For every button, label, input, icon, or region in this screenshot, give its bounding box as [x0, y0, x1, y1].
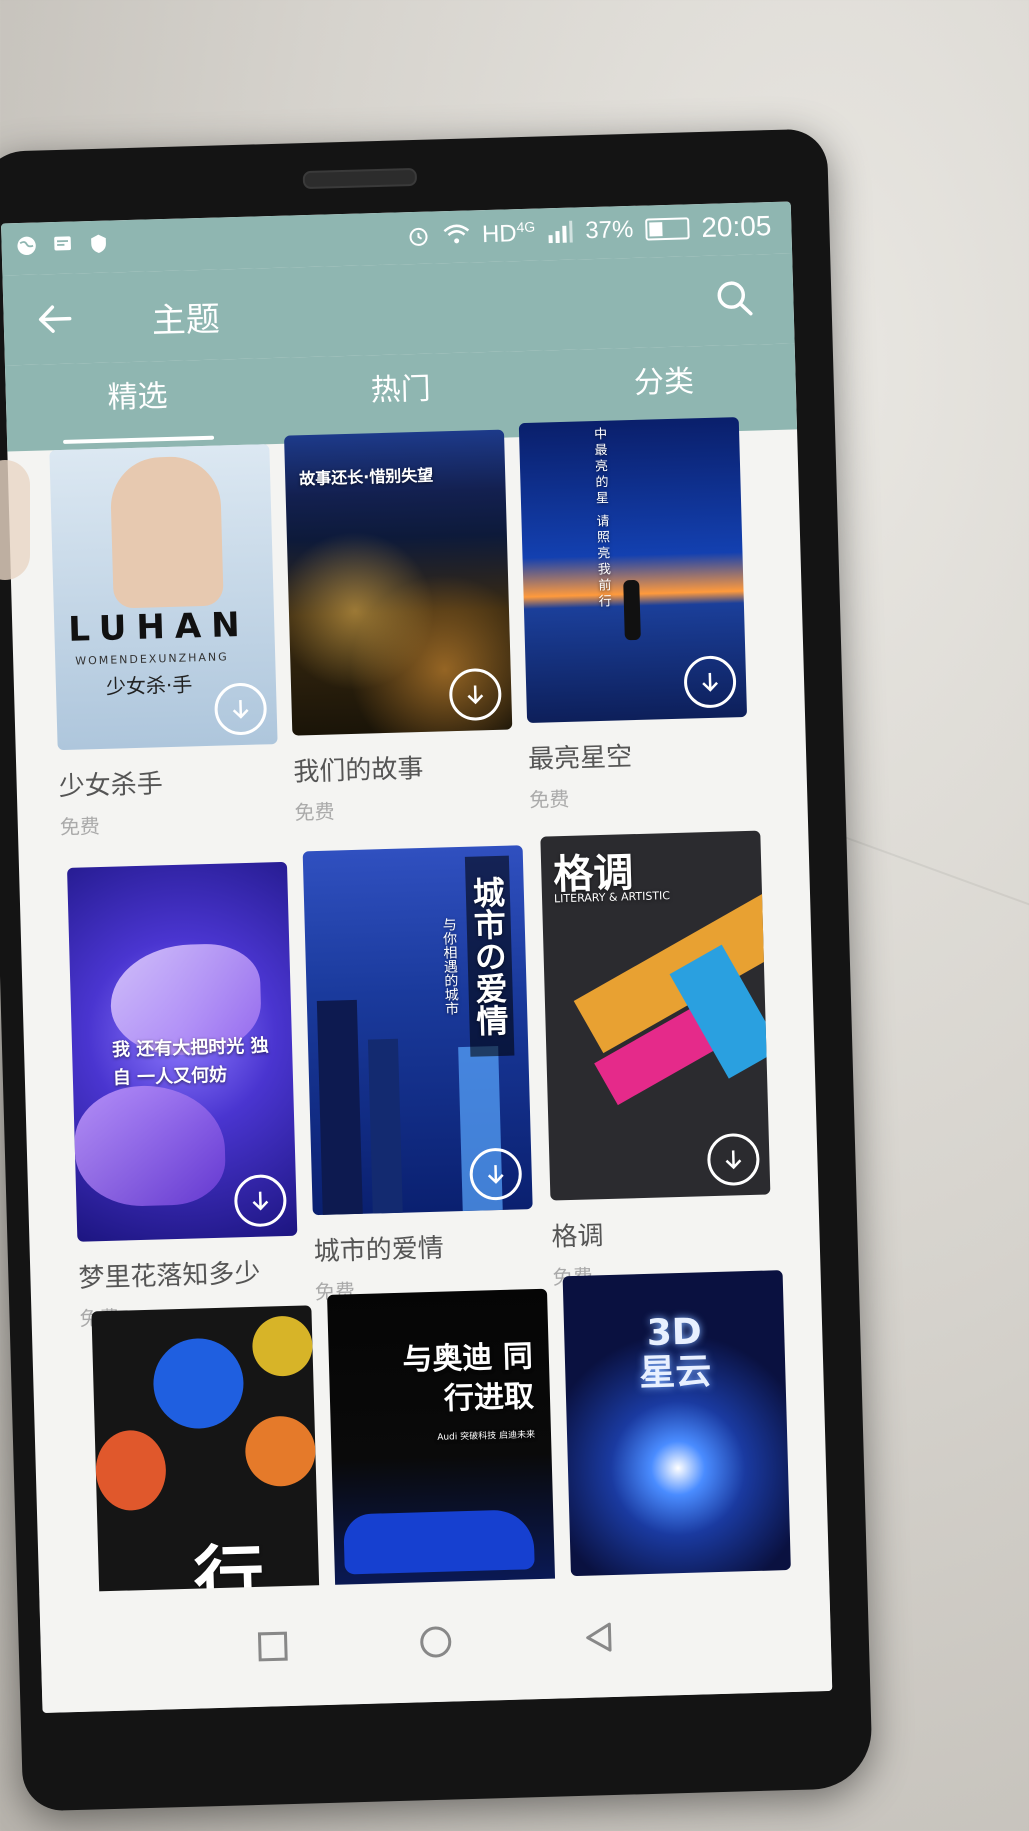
portrait-art	[109, 455, 224, 609]
message-icon	[54, 236, 71, 251]
standing-figure-art	[623, 579, 641, 641]
theme-thumbnail[interactable]: 故事还长·惜别失望	[284, 429, 513, 736]
download-button[interactable]	[233, 1173, 288, 1228]
theme-art-title: 我 还有大把时光 独自 一人又何妨	[111, 1035, 269, 1089]
theme-price: 免费	[528, 786, 570, 813]
signal-icon	[548, 220, 573, 244]
theme-price: 免费	[294, 799, 335, 825]
theme-thumbnail[interactable]: 中最亮的星 请照亮我前行	[518, 417, 748, 724]
theme-art-caption: 少女杀·手	[105, 672, 193, 699]
earpiece-speaker	[302, 167, 418, 190]
recents-button[interactable]	[247, 1621, 298, 1672]
finger-edge	[0, 460, 30, 580]
theme-art-title: 与奥迪 同行进取	[401, 1339, 535, 1417]
theme-card[interactable]: 我 还有大把时光 独自 一人又何妨 梦里花落知多少 免费	[67, 861, 298, 1331]
gem-art	[152, 1337, 245, 1430]
gem-art	[244, 1415, 317, 1488]
download-arrow-icon	[702, 672, 719, 692]
theme-card[interactable]: 中最亮的星 请照亮我前行 最亮星空 免费	[518, 417, 750, 813]
shield-icon	[91, 234, 106, 253]
theme-thumbnail[interactable]: 与奥迪 同行进取 Audi 突破科技 启迪未来	[327, 1288, 556, 1595]
theme-card[interactable]: 3D星云	[562, 1270, 791, 1577]
theme-name: 格调	[551, 1221, 604, 1253]
theme-card[interactable]: 格调 LITERARY & ARTISTIC 格调 免费	[540, 830, 773, 1291]
theme-name: 城市的爱情	[313, 1233, 445, 1268]
gem-art	[251, 1315, 314, 1377]
status-clock: 20:05	[700, 210, 772, 243]
download-button[interactable]	[706, 1132, 761, 1187]
battery-level-fill	[649, 222, 663, 237]
theme-card[interactable]: LUHAN WOMENDEXUNZHANG 少女杀·手 少女杀手 免费	[49, 444, 280, 840]
skyscraper-art	[367, 1038, 403, 1214]
alarm-icon	[409, 227, 428, 246]
phone-device: HD4G 37% 20:05 主题 精选 热门 分类 LUHAN WOMENDE…	[0, 128, 874, 1812]
phone-screen: HD4G 37% 20:05 主题 精选 热门 分类 LUHAN WOMENDE…	[0, 201, 833, 1713]
globe-icon	[17, 236, 36, 256]
theme-name: 梦里花落知多少	[78, 1258, 261, 1294]
theme-art-subtitle: WOMENDEXUNZHANG	[75, 650, 229, 668]
download-arrow-icon	[725, 1150, 742, 1170]
theme-name: 最亮星空	[527, 742, 633, 776]
flower-art	[73, 1083, 227, 1208]
download-button[interactable]	[213, 682, 268, 736]
circle-icon	[420, 1626, 452, 1658]
theme-thumbnail[interactable]: LUHAN WOMENDEXUNZHANG 少女杀·手	[49, 444, 278, 751]
tab-featured[interactable]: 精选	[5, 358, 271, 451]
theme-name: 少女杀手	[58, 769, 164, 803]
theme-art-subtitle: 与你相遇的城市	[440, 917, 460, 1016]
theme-card[interactable]: 城市の爱情 与你相遇的城市 城市的爱情 免费	[302, 845, 536, 1305]
theme-art-title: 中最亮的星 请照亮我前行	[590, 426, 612, 611]
theme-name: 我们的故事	[293, 753, 424, 788]
theme-price: 免费	[59, 814, 101, 840]
theme-art-subtitle: LITERARY & ARTISTIC	[553, 889, 671, 906]
network-label: HD4G	[481, 218, 536, 248]
page-title: 主题	[151, 299, 221, 342]
skyscraper-art	[316, 999, 363, 1215]
car-art	[343, 1509, 535, 1575]
theme-card[interactable]: 故事还长·惜别失望 我们的故事 免费	[284, 429, 515, 826]
back-nav-button[interactable]	[573, 1612, 624, 1663]
battery-percent: 37%	[584, 215, 634, 245]
gem-art	[94, 1429, 167, 1512]
download-button[interactable]	[683, 655, 737, 709]
theme-card[interactable]: 行	[91, 1305, 320, 1612]
theme-thumbnail[interactable]: 我 还有大把时光 独自 一人又何妨	[67, 861, 298, 1242]
theme-thumbnail[interactable]: 格调 LITERARY & ARTISTIC	[540, 830, 771, 1201]
theme-thumbnail[interactable]: 城市の爱情 与你相遇的城市	[302, 845, 533, 1216]
triangle-back-icon	[586, 1622, 612, 1652]
search-button[interactable]	[709, 272, 760, 323]
download-arrow-icon	[252, 1191, 269, 1211]
theme-art-subtitle: Audi 突破科技 启迪未来	[437, 1430, 536, 1443]
back-arrow-icon	[38, 305, 72, 333]
theme-art-title: 故事还长·惜别失望	[298, 465, 434, 489]
wifi-icon	[443, 224, 469, 244]
home-button[interactable]	[410, 1616, 461, 1667]
search-icon	[717, 281, 753, 316]
theme-art-title: LUHAN	[67, 604, 251, 650]
download-arrow-icon	[487, 1165, 504, 1184]
download-arrow-icon	[232, 700, 249, 719]
square-icon	[257, 1631, 288, 1662]
system-nav-bar	[39, 1570, 833, 1713]
battery-icon	[645, 217, 690, 241]
download-arrow-icon	[467, 685, 484, 705]
theme-art-title: 城市の爱情	[464, 855, 515, 1057]
download-button[interactable]	[469, 1147, 523, 1201]
theme-thumbnail[interactable]: 行	[91, 1305, 320, 1612]
theme-thumbnail[interactable]: 3D星云	[562, 1270, 791, 1577]
theme-art-title: 3D星云	[638, 1311, 712, 1395]
back-button[interactable]	[29, 293, 80, 344]
theme-card[interactable]: 与奥迪 同行进取 Audi 突破科技 启迪未来	[327, 1288, 556, 1595]
